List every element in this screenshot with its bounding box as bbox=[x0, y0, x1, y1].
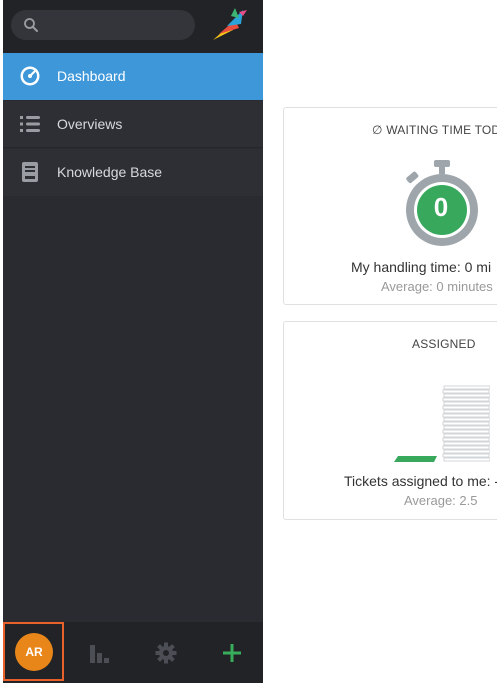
sidebar-item-knowledge-base[interactable]: Knowledge Base bbox=[3, 149, 263, 196]
sidebar-item-overviews[interactable]: Overviews bbox=[3, 101, 263, 148]
paper-sheet bbox=[442, 421, 490, 426]
sidebar-item-label: Knowledge Base bbox=[57, 164, 163, 180]
paper-sheet bbox=[442, 397, 490, 402]
waiting-average-text: Average: 0 minutes bbox=[381, 279, 493, 294]
paper-sheet bbox=[442, 405, 490, 410]
search-input[interactable] bbox=[11, 10, 195, 40]
paper-sheet bbox=[443, 441, 490, 446]
empty-set-icon: ∅ bbox=[372, 123, 383, 137]
sidebar-item-label: Dashboard bbox=[57, 68, 126, 84]
sidebar-item-label: Overviews bbox=[57, 116, 123, 132]
waiting-time-card: ∅ WAITING TIME TODA 0 My handling time: … bbox=[283, 107, 497, 305]
paper-sheet bbox=[443, 433, 490, 438]
paper-sheet bbox=[443, 385, 490, 390]
paper-sheet bbox=[443, 425, 490, 430]
assigned-tickets-text: Tickets assigned to me: - bbox=[344, 473, 497, 489]
stats-icon[interactable] bbox=[89, 641, 113, 665]
paper-sheet bbox=[442, 389, 490, 394]
list-icon bbox=[20, 116, 40, 132]
paper-sheet bbox=[443, 401, 490, 406]
paper-sheet bbox=[443, 393, 490, 398]
paper-sheet bbox=[443, 409, 490, 414]
paper-sheet bbox=[442, 413, 490, 418]
dashboard-main: ∅ WAITING TIME TODA 0 My handling time: … bbox=[263, 0, 497, 683]
paper-sheet bbox=[443, 457, 490, 462]
handling-time-text: My handling time: 0 mi bbox=[351, 259, 492, 275]
card-title: ASSIGNED bbox=[412, 337, 476, 351]
search-row bbox=[3, 0, 263, 53]
avatar-highlight[interactable]: AR bbox=[3, 622, 64, 681]
gear-icon[interactable] bbox=[154, 641, 178, 665]
plus-icon[interactable] bbox=[220, 641, 244, 665]
dashboard-gauge-icon bbox=[20, 66, 40, 86]
avatar[interactable]: AR bbox=[15, 633, 53, 671]
waiting-time-value: 0 bbox=[433, 192, 449, 222]
assigned-card: ASSIGNED Tickets assigned to me: - Avera… bbox=[283, 321, 497, 520]
paper-sheet bbox=[442, 437, 490, 442]
paper-sheet bbox=[443, 449, 490, 454]
assigned-average-text: Average: 2.5 bbox=[404, 493, 478, 508]
paper-sheet bbox=[442, 429, 490, 434]
card-title-text: WAITING TIME TODA bbox=[386, 123, 497, 137]
sidebar-item-dashboard[interactable]: Dashboard bbox=[3, 53, 263, 100]
book-icon bbox=[22, 162, 38, 182]
card-title: ∅ WAITING TIME TODA bbox=[372, 123, 497, 137]
bird-logo-icon[interactable] bbox=[205, 6, 249, 44]
sidebar: Dashboard Overviews Knowledge Base AR bbox=[3, 0, 263, 683]
paper-sheet bbox=[443, 417, 490, 422]
sidebar-bottom-bar: AR bbox=[3, 622, 263, 683]
ticket-stack-icon bbox=[394, 385, 490, 462]
search-icon bbox=[24, 18, 38, 32]
paper-sheet bbox=[442, 453, 490, 458]
paper-sheet bbox=[442, 445, 490, 450]
